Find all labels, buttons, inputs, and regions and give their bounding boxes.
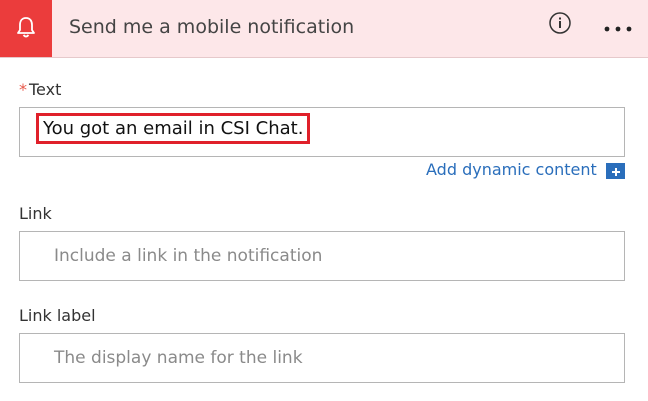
- required-marker: *: [19, 80, 27, 99]
- info-button[interactable]: [548, 11, 572, 39]
- action-header[interactable]: Send me a mobile notification: [0, 0, 648, 58]
- more-options-button[interactable]: [600, 15, 636, 39]
- more-options-icon: [603, 18, 633, 37]
- action-icon-box: [0, 0, 52, 57]
- link-label-input[interactable]: The display name for the link: [19, 333, 625, 383]
- text-label: Text: [29, 80, 62, 99]
- info-icon: [548, 11, 572, 39]
- add-dynamic-content-button[interactable]: [606, 163, 625, 179]
- action-title[interactable]: Send me a mobile notification: [69, 16, 354, 38]
- link-label-field-label: Link label: [19, 306, 96, 325]
- bell-icon: [15, 15, 37, 43]
- add-dynamic-content-link[interactable]: Add dynamic content: [426, 160, 597, 179]
- text-field-label: * Text: [19, 80, 61, 99]
- link-label-placeholder: The display name for the link: [54, 348, 303, 368]
- text-field[interactable]: You got an email in CSI Chat.: [19, 107, 625, 157]
- text-value-token[interactable]: You got an email in CSI Chat.: [36, 113, 311, 144]
- add-dynamic-content-icon: [611, 162, 621, 181]
- link-input[interactable]: Include a link in the notification: [19, 231, 625, 281]
- link-placeholder: Include a link in the notification: [54, 246, 323, 266]
- link-field-label: Link: [19, 204, 52, 223]
